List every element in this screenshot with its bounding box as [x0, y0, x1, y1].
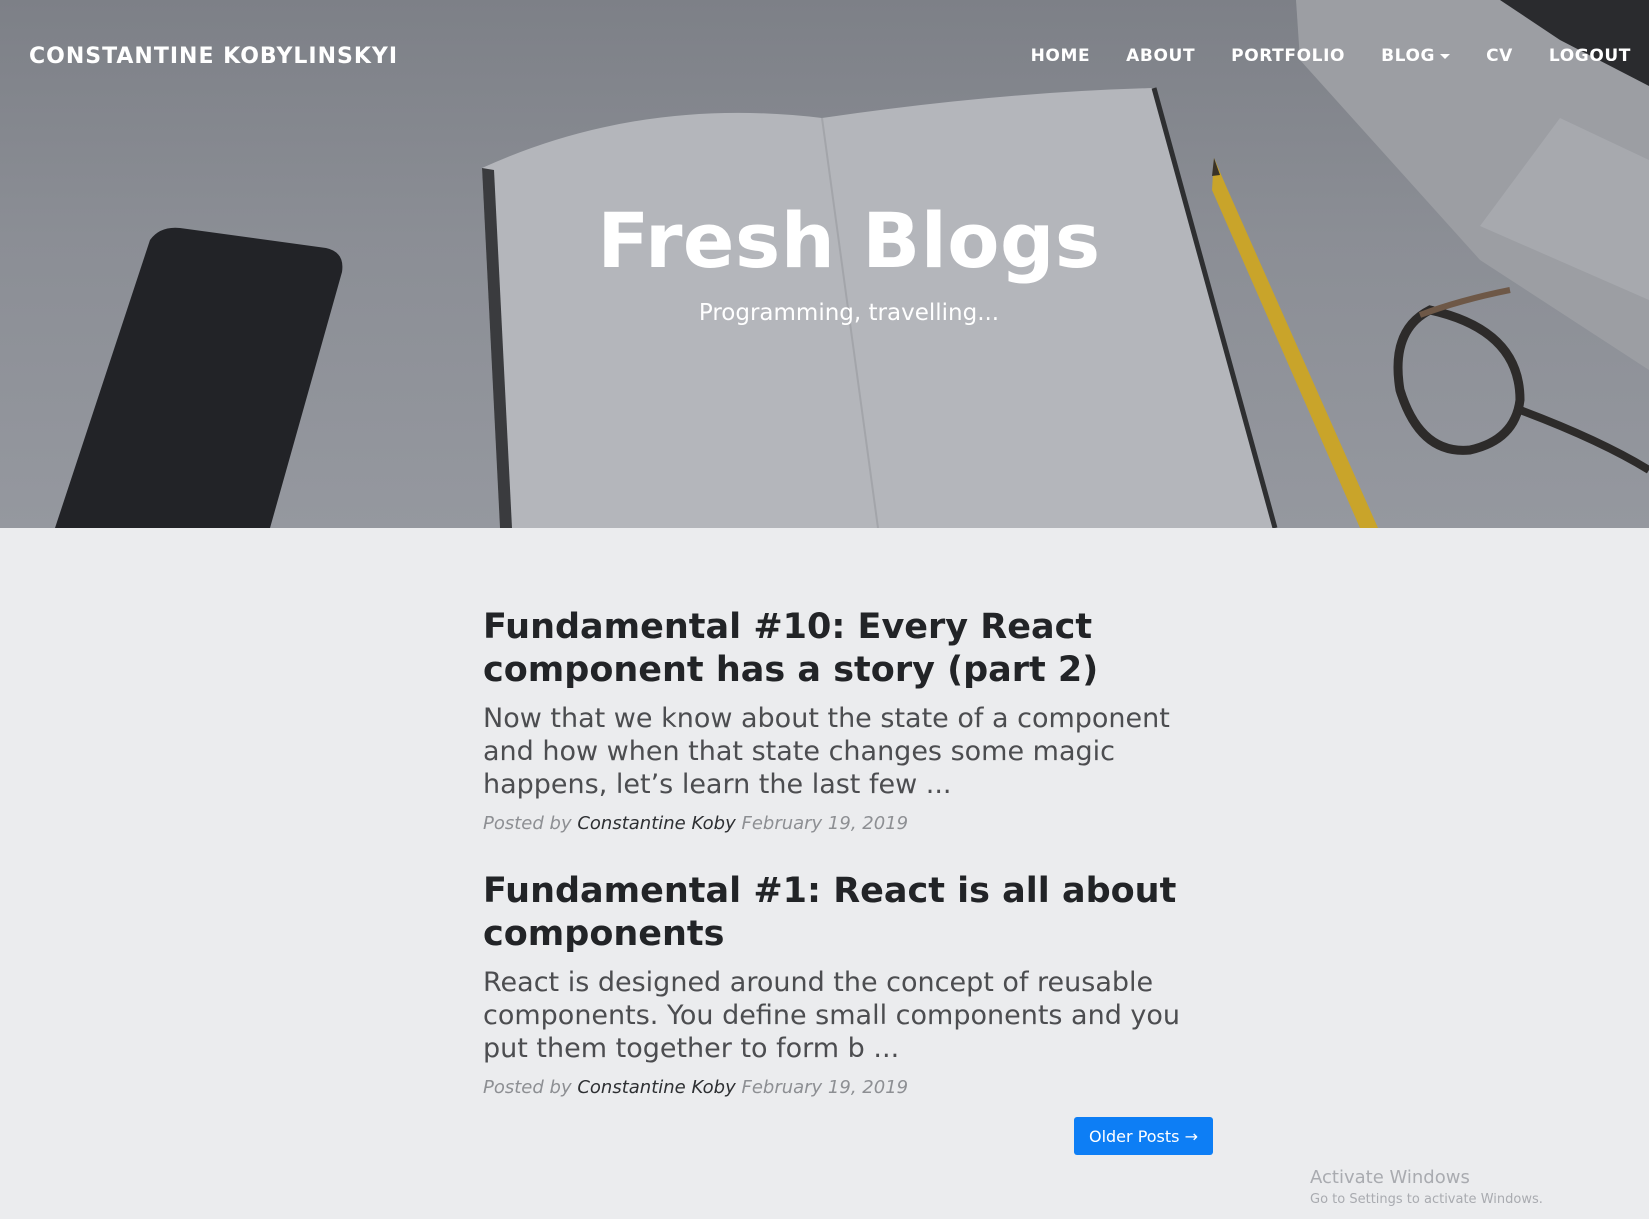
nav-blog-dropdown[interactable]: BLOG: [1381, 46, 1451, 66]
chevron-down-icon: [1440, 54, 1451, 59]
brand-logo-link[interactable]: CONSTANTINE KOBYLINSKYI: [29, 44, 398, 69]
watermark-subtitle: Go to Settings to activate Windows.: [1310, 1192, 1543, 1207]
nav-logout-link[interactable]: LOGOUT: [1549, 46, 1631, 66]
nav-links: HOME ABOUT PORTFOLIO BLOG CV LOGOUT: [995, 46, 1631, 66]
post-date: February 19, 2019: [741, 1077, 909, 1098]
post-meta-prefix: Posted by: [483, 813, 572, 834]
post-meta: Posted by Constantine Koby February 19, …: [483, 1077, 1213, 1098]
post-excerpt[interactable]: Now that we know about the state of a co…: [483, 702, 1213, 801]
nav-home-link[interactable]: HOME: [1031, 46, 1091, 66]
hero-header: CONSTANTINE KOBYLINSKYI HOME ABOUT PORTF…: [0, 0, 1649, 528]
post-title-link[interactable]: Fundamental #10: Every React component h…: [483, 606, 1213, 692]
nav-blog-label: BLOG: [1381, 46, 1436, 66]
post-date: February 19, 2019: [741, 813, 909, 834]
post-preview: Fundamental #10: Every React component h…: [483, 606, 1213, 834]
top-navbar: CONSTANTINE KOBYLINSKYI HOME ABOUT PORTF…: [0, 0, 1649, 116]
post-preview: Fundamental #1: React is all about compo…: [483, 870, 1213, 1098]
post-author-link[interactable]: Constantine Koby: [577, 813, 735, 834]
page-subtitle: Programming, travelling...: [698, 300, 1000, 326]
post-list: Fundamental #10: Every React component h…: [483, 606, 1213, 1134]
post-author-link[interactable]: Constantine Koby: [577, 1077, 735, 1098]
post-excerpt[interactable]: React is designed around the concept of …: [483, 966, 1213, 1065]
older-posts-button[interactable]: Older Posts →: [1074, 1117, 1213, 1155]
post-meta-prefix: Posted by: [483, 1077, 572, 1098]
page-title: Fresh Blogs: [597, 196, 1101, 285]
nav-about-link[interactable]: ABOUT: [1126, 46, 1195, 66]
nav-portfolio-link[interactable]: PORTFOLIO: [1231, 46, 1345, 66]
nav-cv-link[interactable]: CV: [1486, 46, 1513, 66]
post-meta: Posted by Constantine Koby February 19, …: [483, 813, 1213, 834]
watermark-title: Activate Windows: [1310, 1167, 1470, 1188]
windows-activation-watermark: Activate Windows Go to Settings to activ…: [1310, 1167, 1543, 1207]
post-title-link[interactable]: Fundamental #1: React is all about compo…: [483, 870, 1213, 956]
